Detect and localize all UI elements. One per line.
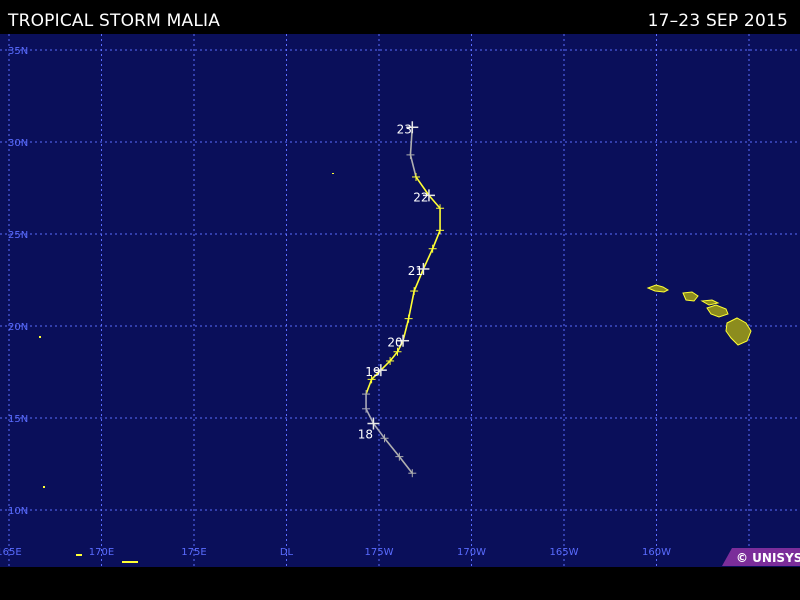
date-range: 17–23 SEP 2015 xyxy=(647,11,788,31)
lon-label: 175W xyxy=(365,547,394,558)
lat-label: 35N xyxy=(8,46,28,57)
lat-label: 15N xyxy=(8,414,28,425)
lon-label: 165W xyxy=(550,547,579,558)
footer-bar xyxy=(0,567,800,600)
unisys-logo: © UNISYS xyxy=(722,548,800,566)
logo-text: © UNISYS xyxy=(736,551,800,565)
day-label: 21 xyxy=(408,264,423,278)
lat-label: 30N xyxy=(8,138,28,149)
lat-label: 20N xyxy=(8,322,28,333)
storm-track-map: 35N 30N 25N 20N 15N 10N 165E 170E 175E DL 175W 170… xyxy=(0,34,800,567)
lon-label: 175E xyxy=(181,547,206,558)
day-label: 20 xyxy=(387,336,402,350)
lon-label: 160W xyxy=(642,547,671,558)
ocean-background xyxy=(0,34,800,567)
lon-label: DL xyxy=(280,547,294,558)
lat-label: 10N xyxy=(8,506,28,517)
lat-label: 25N xyxy=(8,230,28,241)
lon-label: 170W xyxy=(457,547,486,558)
day-label: 19 xyxy=(365,365,380,379)
day-label: 18 xyxy=(358,428,373,442)
storm-title: TROPICAL STORM MALIA xyxy=(8,11,221,31)
day-label: 22 xyxy=(413,190,428,204)
lon-label: 170E xyxy=(89,547,114,558)
header-bar: TROPICAL STORM MALIA 17–23 SEP 2015 xyxy=(0,0,800,34)
day-label: 23 xyxy=(397,122,412,136)
lon-label: 165E xyxy=(0,547,22,558)
